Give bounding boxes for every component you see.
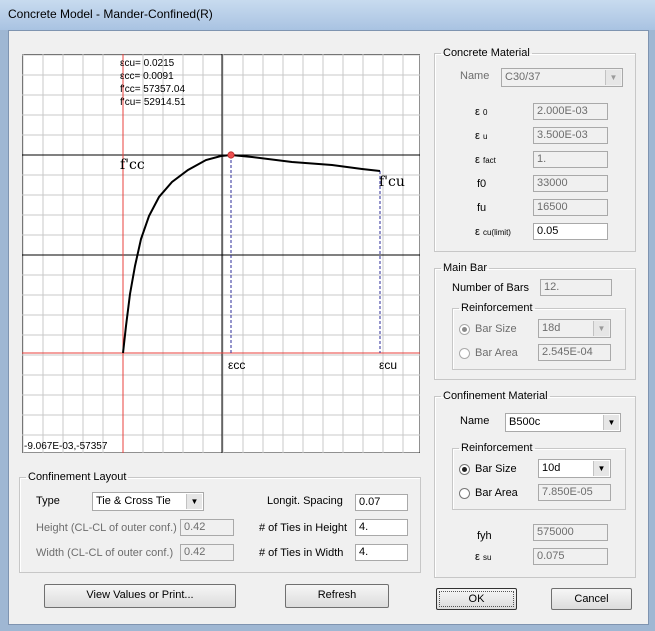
confinement-material-legend: Confinement Material <box>443 390 548 402</box>
conf-name-value: B500c <box>509 416 541 428</box>
conf-name-select[interactable]: B500c ▼ <box>505 413 621 432</box>
chevron-down-icon: ▼ <box>605 70 621 85</box>
e0-label: ε 0 <box>475 106 488 118</box>
eu-field[interactable]: 3.500E-03 <box>533 127 608 144</box>
conf-bar-area-label: Bar Area <box>475 487 518 499</box>
nbars-label: Number of Bars <box>452 282 530 294</box>
conf-bar-size-value: 10d <box>542 462 561 474</box>
view-values-button[interactable]: View Values or Print... <box>44 584 236 608</box>
e0-field[interactable]: 2.000E-03 <box>533 103 608 120</box>
conf-reinforcement-legend: Reinforcement <box>461 442 533 454</box>
esu-label: ε su <box>475 551 492 563</box>
chevron-down-icon: ▼ <box>186 494 202 509</box>
main-bar-size-label: Bar Size <box>475 323 517 335</box>
ties-height-field[interactable]: 4. <box>355 519 408 536</box>
nbars-field[interactable]: 12. <box>540 279 612 296</box>
spacing-field[interactable]: 0.07 <box>355 494 408 511</box>
layout-type-label: Type <box>36 495 60 507</box>
fyh-field[interactable]: 575000 <box>533 524 608 541</box>
label-fcc: f'cc <box>120 157 145 173</box>
ties-height-label: # of Ties in Height <box>259 522 348 534</box>
refresh-button[interactable]: Refresh <box>285 584 389 608</box>
conf-bar-area-field[interactable]: 7.850E-05 <box>538 484 611 501</box>
peak-point <box>227 151 235 159</box>
conf-bar-size-label: Bar Size <box>475 463 517 475</box>
main-bar-area-label: Bar Area <box>475 347 518 359</box>
conf-bar-area-radio[interactable] <box>459 488 470 499</box>
origin-label: -9.067E-03,-57357 <box>24 441 108 452</box>
main-bar-legend: Main Bar <box>443 262 488 274</box>
fu-label: fu <box>477 202 487 214</box>
conf-bar-size-select[interactable]: 10d ▼ <box>538 459 611 478</box>
dialog-client: εcu= 0.0215 εcc= 0.0091 f'cc= 57357.04 f… <box>8 30 649 625</box>
window-title: Concrete Model - Mander-Confined(R) <box>8 7 213 21</box>
layout-type-select[interactable]: Tie & Cross Tie ▼ <box>92 492 204 511</box>
label-fcu: f'cu <box>379 174 405 190</box>
f0-field[interactable]: 33000 <box>533 175 608 192</box>
concrete-name-value: C30/37 <box>505 71 541 83</box>
info-ecu: εcu= 0.0215 <box>120 58 175 69</box>
ecul-field[interactable]: 0.05 <box>533 223 608 240</box>
info-ecc: εcc= 0.0091 <box>120 71 174 82</box>
ecul-label: ε cu(limit) <box>475 226 511 238</box>
label-ecc: εcc <box>228 358 245 372</box>
main-bar-area-radio[interactable] <box>459 348 470 359</box>
conf-name-label: Name <box>460 415 490 427</box>
chevron-down-icon: ▼ <box>593 461 609 476</box>
concrete-name-label: Name <box>460 70 490 82</box>
width-field[interactable]: 0.42 <box>180 544 234 561</box>
info-fcu: f'cu= 52914.51 <box>120 97 186 108</box>
height-label: Height (CL-CL of outer conf.) <box>36 522 177 534</box>
spacing-label: Longit. Spacing <box>267 495 343 507</box>
confinement-layout-legend: Confinement Layout <box>28 471 127 483</box>
cancel-button[interactable]: Cancel <box>551 588 632 610</box>
f0-label: f0 <box>477 178 487 190</box>
info-fcc: f'cc= 57357.04 <box>120 84 185 95</box>
main-bar-reinforcement-legend: Reinforcement <box>461 302 533 314</box>
esu-field[interactable]: 0.075 <box>533 548 608 565</box>
conf-bar-size-radio[interactable] <box>459 464 470 475</box>
layout-type-value: Tie & Cross Tie <box>96 495 171 507</box>
height-field[interactable]: 0.42 <box>180 519 234 536</box>
label-ecu: εcu <box>379 358 397 372</box>
chevron-down-icon: ▼ <box>593 321 609 336</box>
ok-button[interactable]: OK <box>436 588 517 610</box>
efact-field[interactable]: 1. <box>533 151 608 168</box>
ties-width-field[interactable]: 4. <box>355 544 408 561</box>
main-bar-size-value: 18d <box>542 322 561 334</box>
main-bar-size-radio[interactable] <box>459 324 470 335</box>
stress-strain-plot: εcu= 0.0215 εcc= 0.0091 f'cc= 57357.04 f… <box>22 54 420 453</box>
eu-label: ε u <box>475 130 488 142</box>
chevron-down-icon: ▼ <box>603 415 619 430</box>
concrete-name-select[interactable]: C30/37 ▼ <box>501 68 623 87</box>
ties-width-label: # of Ties in Width <box>259 547 344 559</box>
main-bar-size-select[interactable]: 18d ▼ <box>538 319 611 338</box>
concrete-material-legend: Concrete Material <box>443 47 530 59</box>
main-bar-area-field[interactable]: 2.545E-04 <box>538 344 611 361</box>
width-label: Width (CL-CL of outer conf.) <box>36 547 174 559</box>
fyh-label: fyh <box>477 530 492 542</box>
fu-field[interactable]: 16500 <box>533 199 608 216</box>
efact-label: ε fact <box>475 154 496 166</box>
title-bar[interactable]: Concrete Model - Mander-Confined(R) <box>0 0 655 30</box>
